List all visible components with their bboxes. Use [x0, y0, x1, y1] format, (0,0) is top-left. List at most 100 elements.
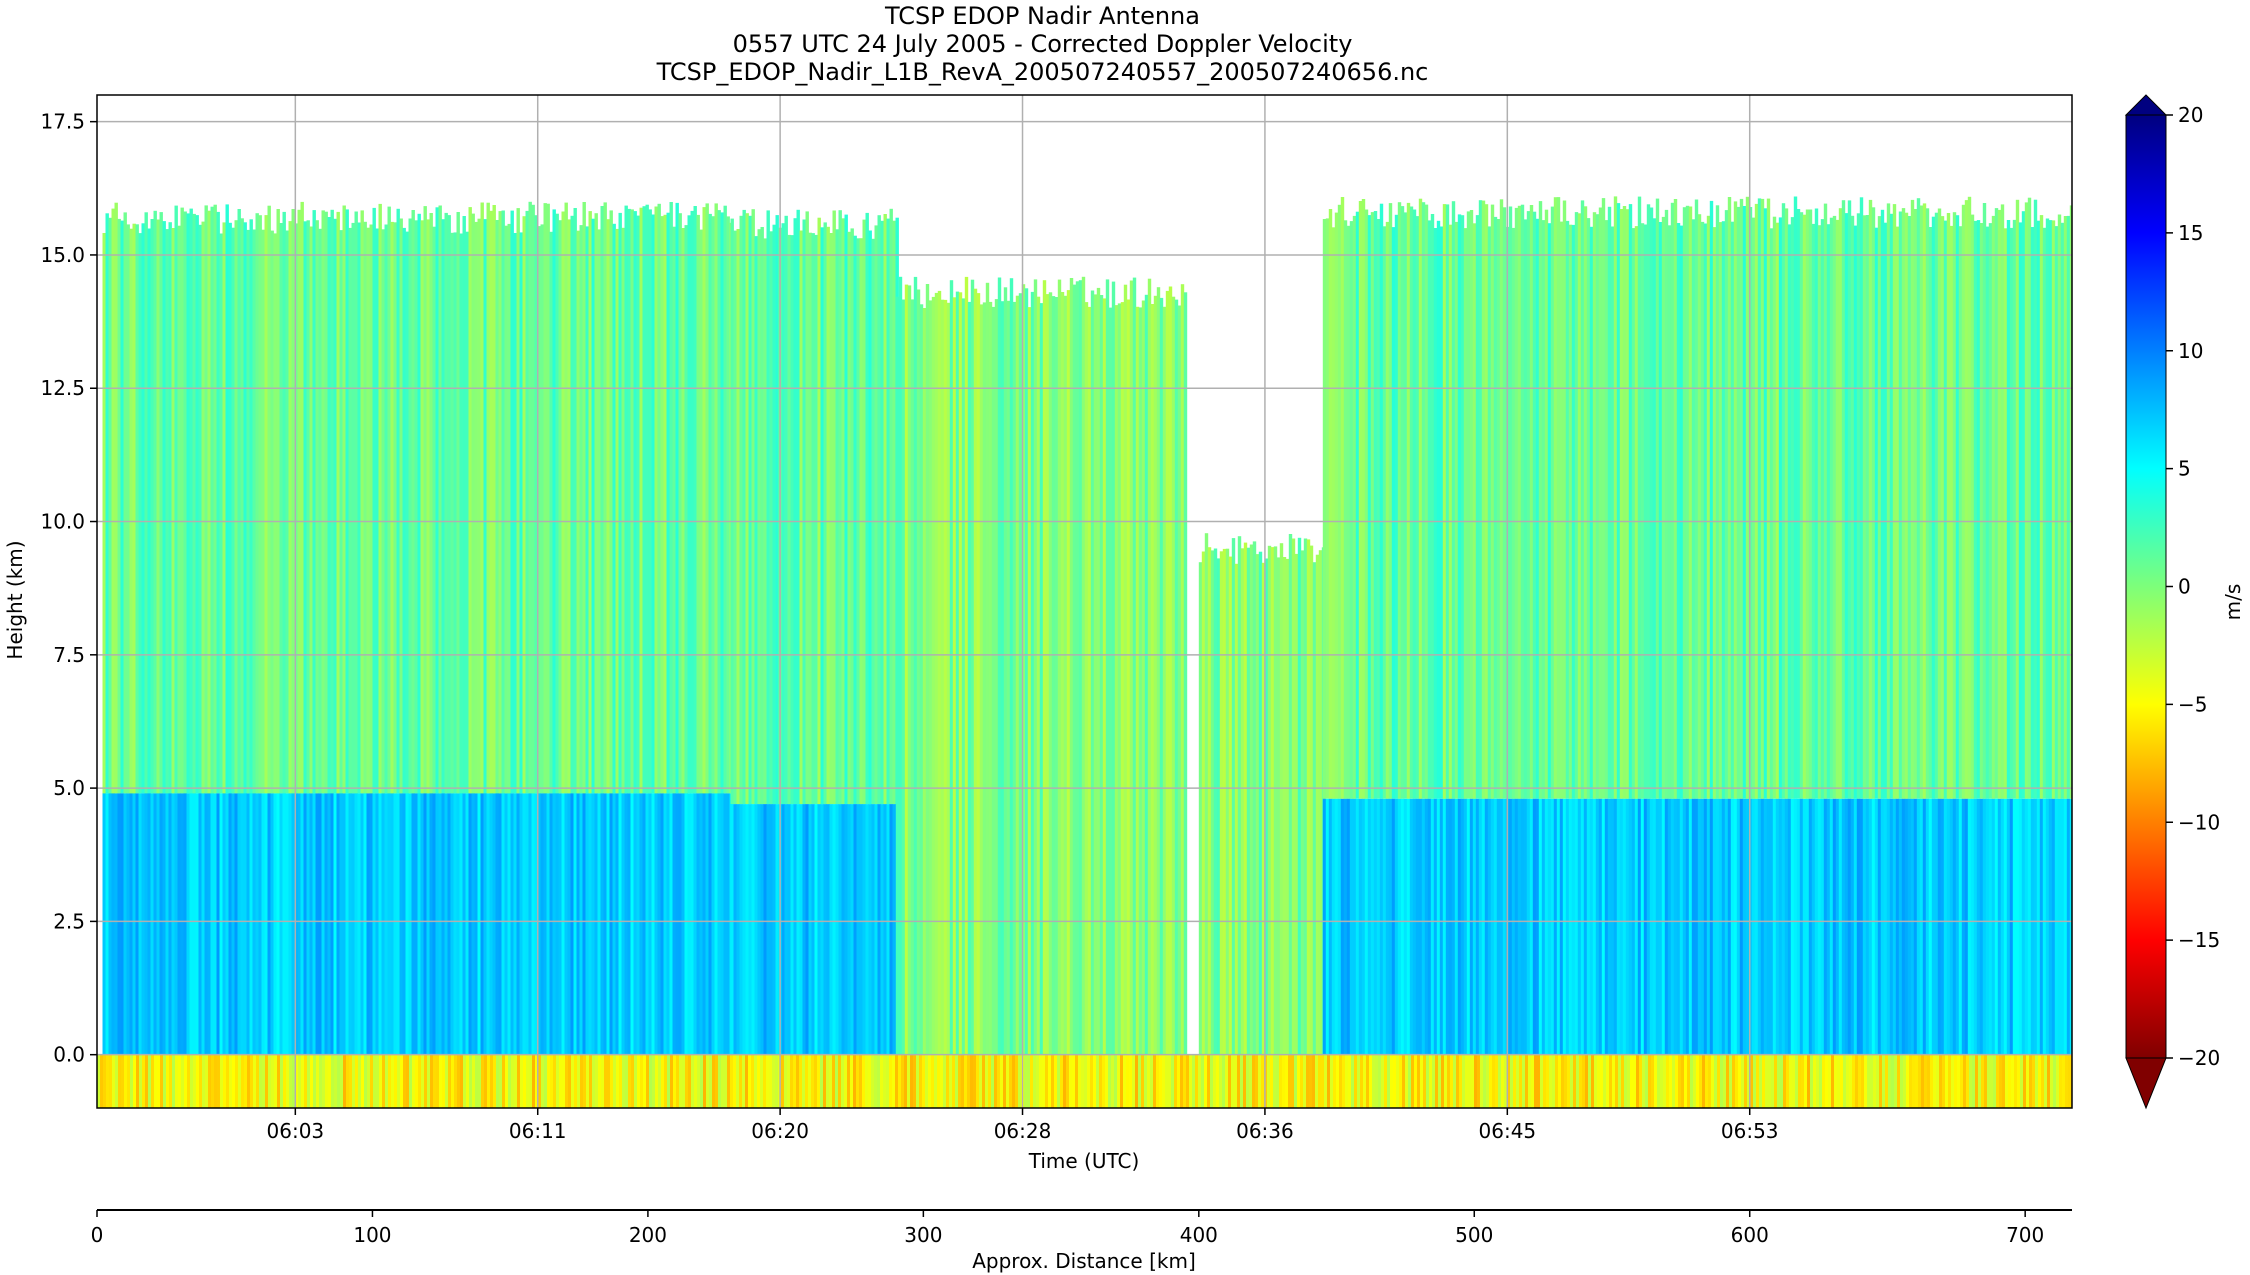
echo-column — [213, 204, 217, 794]
echo-column — [1093, 294, 1098, 1055]
echo-column — [1171, 296, 1176, 1055]
surface-return-column — [688, 1054, 692, 1108]
lower-layer-column — [186, 793, 190, 1055]
lower-layer-column — [1910, 798, 1915, 1055]
surface-return-column — [1801, 1054, 1805, 1108]
echo-column — [1691, 219, 1696, 799]
lower-layer-column — [642, 793, 646, 1055]
surface-return-column — [460, 1054, 464, 1108]
lower-layer-column — [1958, 798, 1963, 1055]
surface-return-column — [538, 1054, 542, 1108]
surface-return-column — [1522, 1054, 1526, 1108]
lower-layer-column — [1970, 798, 1975, 1055]
surface-return-column — [1210, 1054, 1214, 1108]
echo-column — [904, 284, 909, 1055]
lower-layer-column — [1559, 798, 1564, 1055]
lower-layer-column — [736, 804, 740, 1055]
echo-column — [216, 211, 220, 794]
lower-layer-column — [234, 793, 238, 1055]
echo-column — [1508, 206, 1513, 799]
echo-column — [2003, 228, 2008, 799]
echo-column — [495, 220, 499, 794]
colorbar-tick-label: −15 — [2178, 928, 2220, 952]
echo-column — [120, 220, 124, 794]
echo-column — [841, 218, 845, 805]
lower-layer-column — [411, 793, 415, 1055]
echo-column — [1982, 203, 1987, 799]
surface-return-column — [1735, 1054, 1739, 1108]
surface-return-column — [1603, 1054, 1607, 1108]
echo-column — [1060, 292, 1065, 1055]
lower-layer-column — [760, 804, 764, 1055]
echo-column — [387, 206, 391, 794]
lower-layer-column — [1739, 798, 1744, 1055]
echo-column — [868, 230, 872, 805]
lower-layer-column — [1391, 798, 1396, 1055]
echo-column — [654, 206, 658, 794]
lower-layer-column — [447, 793, 451, 1055]
surface-return-column — [1249, 1054, 1253, 1108]
surface-return-column — [1501, 1054, 1505, 1108]
echo-column — [1859, 197, 1864, 799]
echo-column — [1661, 216, 1666, 799]
surface-return-column — [112, 1054, 116, 1108]
surface-return-column — [2005, 1054, 2009, 1108]
lower-layer-column — [1361, 798, 1366, 1055]
surface-return-column — [1699, 1054, 1703, 1108]
lower-layer-column — [540, 793, 544, 1055]
lower-layer-column — [1688, 798, 1693, 1055]
surface-return-column — [1078, 1054, 1082, 1108]
lower-layer-column — [796, 804, 800, 1055]
lower-layer-column — [1727, 798, 1732, 1055]
surface-return-column — [901, 1054, 905, 1108]
echo-column — [1775, 222, 1780, 799]
echo-column — [1156, 287, 1161, 1055]
surface-return-column — [157, 1054, 161, 1108]
echo-column — [177, 225, 181, 794]
lower-layer-column — [1766, 798, 1771, 1055]
echo-column — [829, 233, 833, 805]
lower-layer-column — [339, 793, 343, 1055]
surface-return-column — [355, 1054, 359, 1108]
echo-column — [787, 234, 791, 805]
surface-return-column — [1024, 1054, 1028, 1108]
surface-return-column — [1783, 1054, 1787, 1108]
surface-return-column — [2062, 1054, 2066, 1108]
echo-column — [189, 208, 193, 794]
echo-column — [2018, 222, 2023, 799]
surface-return-column — [1198, 1054, 1202, 1108]
lower-layer-column — [1658, 798, 1663, 1055]
surface-return-column — [1792, 1054, 1796, 1108]
lower-layer-column — [240, 793, 244, 1055]
surface-return-column — [1591, 1054, 1595, 1108]
echo-column — [1865, 215, 1870, 799]
surface-return-column — [1552, 1054, 1556, 1108]
surface-return-column — [589, 1054, 593, 1108]
surface-return-column — [685, 1054, 689, 1108]
surface-return-column — [223, 1054, 227, 1108]
surface-return-column — [298, 1054, 302, 1108]
lower-layer-column — [426, 793, 430, 1055]
surface-return-column — [1099, 1054, 1103, 1108]
echo-column — [766, 210, 770, 805]
lower-layer-column — [1337, 798, 1342, 1055]
lower-layer-column — [441, 793, 445, 1055]
echo-column — [222, 222, 226, 794]
echo-column — [1318, 550, 1323, 1055]
echo-column — [1736, 206, 1741, 799]
surface-return-column — [1780, 1054, 1784, 1108]
colorbar-ticks: 20151050−5−10−15−20 — [2166, 103, 2220, 1070]
lower-layer-column — [841, 804, 845, 1055]
surface-return-column — [1192, 1054, 1196, 1108]
surface-return-column — [529, 1054, 533, 1108]
echo-column — [1574, 212, 1579, 799]
echo-column — [1673, 199, 1678, 799]
echo-column — [1036, 296, 1041, 1055]
surface-return-column — [211, 1054, 215, 1108]
lower-layer-column — [459, 793, 463, 1055]
echo-column — [895, 296, 900, 1055]
lower-layer-column — [636, 793, 640, 1055]
lower-layer-column — [705, 793, 709, 1055]
lower-layer-column — [883, 804, 887, 1055]
echo-column — [702, 207, 706, 794]
